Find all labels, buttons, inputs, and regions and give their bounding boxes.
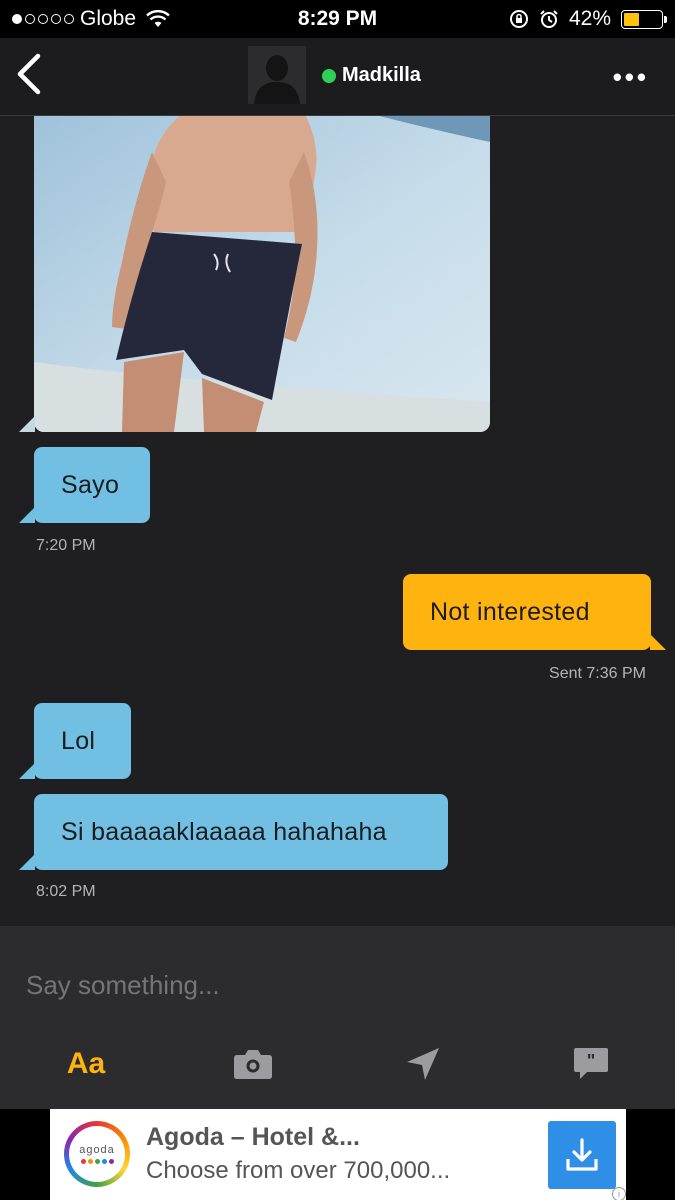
status-bar: Globe 8:29 PM 42% [0, 0, 675, 38]
chat-header: Madkilla ••• [0, 38, 675, 116]
message-text: Not interested [430, 597, 590, 626]
more-options-button[interactable]: ••• [613, 62, 649, 93]
bubble-tail [650, 634, 666, 650]
message-composer: Aa " [0, 926, 675, 1109]
agoda-logo: agoda [64, 1121, 130, 1187]
ad-download-button[interactable] [548, 1121, 616, 1189]
ad-banner[interactable]: agoda Agoda – Hotel &... Choose from ove… [50, 1109, 626, 1200]
ad-subtitle: Choose from over 700,000... [146, 1157, 451, 1184]
back-chevron-icon[interactable] [14, 52, 44, 96]
bubble-tail [19, 763, 35, 779]
incoming-message-bubble[interactable]: Si baaaaaklaaaaa hahahaha [34, 794, 448, 870]
photo-message[interactable] [34, 116, 490, 432]
location-button[interactable] [402, 1042, 444, 1086]
battery-percent: 42% [568, 7, 611, 30]
photo-bubble-tail [19, 416, 35, 432]
download-icon [566, 1138, 598, 1171]
camera-button[interactable] [232, 1042, 274, 1086]
contact-avatar[interactable] [248, 46, 306, 104]
message-sent-status: Sent 7:36 PM [549, 665, 646, 682]
ad-logo-dots [80, 1159, 114, 1164]
outgoing-message-bubble[interactable]: Not interested [403, 574, 651, 650]
default-profile-icon [254, 55, 300, 104]
message-text: Si baaaaaklaaaaa hahahaha [61, 817, 387, 846]
contact-name-group[interactable]: Madkilla [322, 64, 421, 87]
status-right: 42% [509, 7, 667, 31]
battery-fill [624, 12, 640, 26]
location-arrow-icon [407, 1048, 439, 1080]
message-timestamp: 8:02 PM [36, 883, 96, 900]
shared-photo [34, 116, 490, 432]
message-text: Sayo [61, 470, 120, 499]
incoming-message-bubble[interactable]: Sayo [34, 447, 150, 523]
message-text: Lol [61, 726, 96, 755]
text-format-button[interactable]: Aa [64, 1042, 108, 1086]
bubble-tail [19, 854, 35, 870]
camera-icon [234, 1050, 272, 1079]
ad-info-icon[interactable]: i [612, 1187, 626, 1200]
ad-title: Agoda – Hotel &... [146, 1123, 360, 1151]
ad-logo-text: agoda [79, 1144, 115, 1156]
contact-name: Madkilla [342, 64, 421, 86]
svg-text:": " [587, 1051, 596, 1071]
chat-thread[interactable]: Sayo 7:20 PM Not interested Sent 7:36 PM… [0, 116, 675, 926]
message-input[interactable] [26, 970, 646, 1001]
bubble-tail [19, 507, 35, 523]
incoming-message-bubble[interactable]: Lol [34, 703, 131, 779]
saved-phrases-icon: " [574, 1048, 608, 1079]
message-timestamp: 7:20 PM [36, 537, 96, 554]
battery-icon [621, 9, 667, 29]
rotation-lock-icon [509, 10, 528, 28]
alarm-icon [540, 10, 558, 28]
online-status-dot [322, 68, 336, 83]
saved-phrases-button[interactable]: " [570, 1042, 612, 1086]
